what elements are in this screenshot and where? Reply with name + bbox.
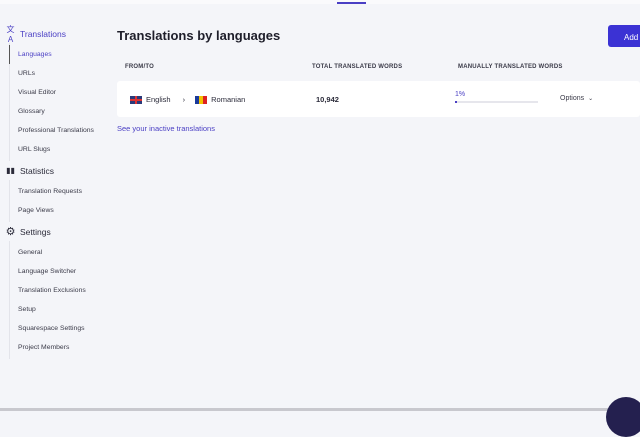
language-pair: English › Romanian [130, 95, 245, 104]
inactive-translations-link[interactable]: See your inactive translations [117, 124, 215, 133]
page-title: Translations by languages [117, 28, 281, 43]
sidebar-item-professional-translations[interactable]: Professional Translations [10, 121, 110, 140]
sidebar: 文A Translations Languages URLs Visual Edi… [0, 24, 110, 359]
sidebar-item-visual-editor[interactable]: Visual Editor [10, 83, 110, 102]
sidebar-item-translation-requests[interactable]: Translation Requests [10, 182, 110, 201]
sidebar-item-general[interactable]: General [10, 243, 110, 262]
sidebar-item-setup[interactable]: Setup [10, 300, 110, 319]
sidebar-item-translation-exclusions[interactable]: Translation Exclusions [10, 281, 110, 300]
manual-percent: 1% [455, 91, 466, 98]
add-language-button[interactable]: Add [608, 25, 640, 47]
header-total-words: TOTAL TRANSLATED WORDS [312, 64, 403, 70]
translate-icon: 文A [6, 24, 15, 44]
bar-chart-icon: ▮▮ [6, 166, 15, 175]
header-manual-words: MANUALLY TRANSLATED WORDS [458, 64, 563, 70]
chat-bubble-button[interactable] [606, 397, 640, 437]
chevron-right-icon: › [182, 95, 186, 104]
top-bar [0, 0, 640, 4]
sidebar-item-urls[interactable]: URLs [10, 64, 110, 83]
header-from-to: FROM/TO [125, 64, 154, 70]
uk-flag-icon [130, 95, 142, 104]
sidebar-item-language-switcher[interactable]: Language Switcher [10, 262, 110, 281]
active-tab-indicator [337, 2, 366, 4]
romania-flag-icon [195, 95, 208, 104]
chevron-down-icon: ⌄ [588, 96, 594, 102]
total-words-value: 10,942 [316, 95, 339, 104]
sidebar-section-translations[interactable]: 文A Translations [0, 24, 110, 44]
sidebar-item-project-members[interactable]: Project Members [10, 338, 110, 357]
sidebar-item-page-views[interactable]: Page Views [10, 201, 110, 220]
manual-progress-bar [455, 101, 538, 103]
gear-icon: ⚙ [5, 226, 16, 238]
table-row[interactable]: English › Romanian 10,942 1% Options ⌄ [117, 81, 640, 117]
sidebar-item-glossary[interactable]: Glossary [10, 102, 110, 121]
sidebar-item-url-slugs[interactable]: URL Slugs [10, 140, 110, 159]
options-dropdown[interactable]: Options ⌄ [560, 95, 593, 102]
sidebar-item-languages[interactable]: Languages [9, 45, 110, 64]
sidebar-item-squarespace-settings[interactable]: Squarespace Settings [10, 319, 110, 338]
sidebar-section-statistics[interactable]: ▮▮ Statistics [0, 161, 110, 180]
sidebar-section-settings[interactable]: ⚙ Settings [0, 222, 110, 241]
